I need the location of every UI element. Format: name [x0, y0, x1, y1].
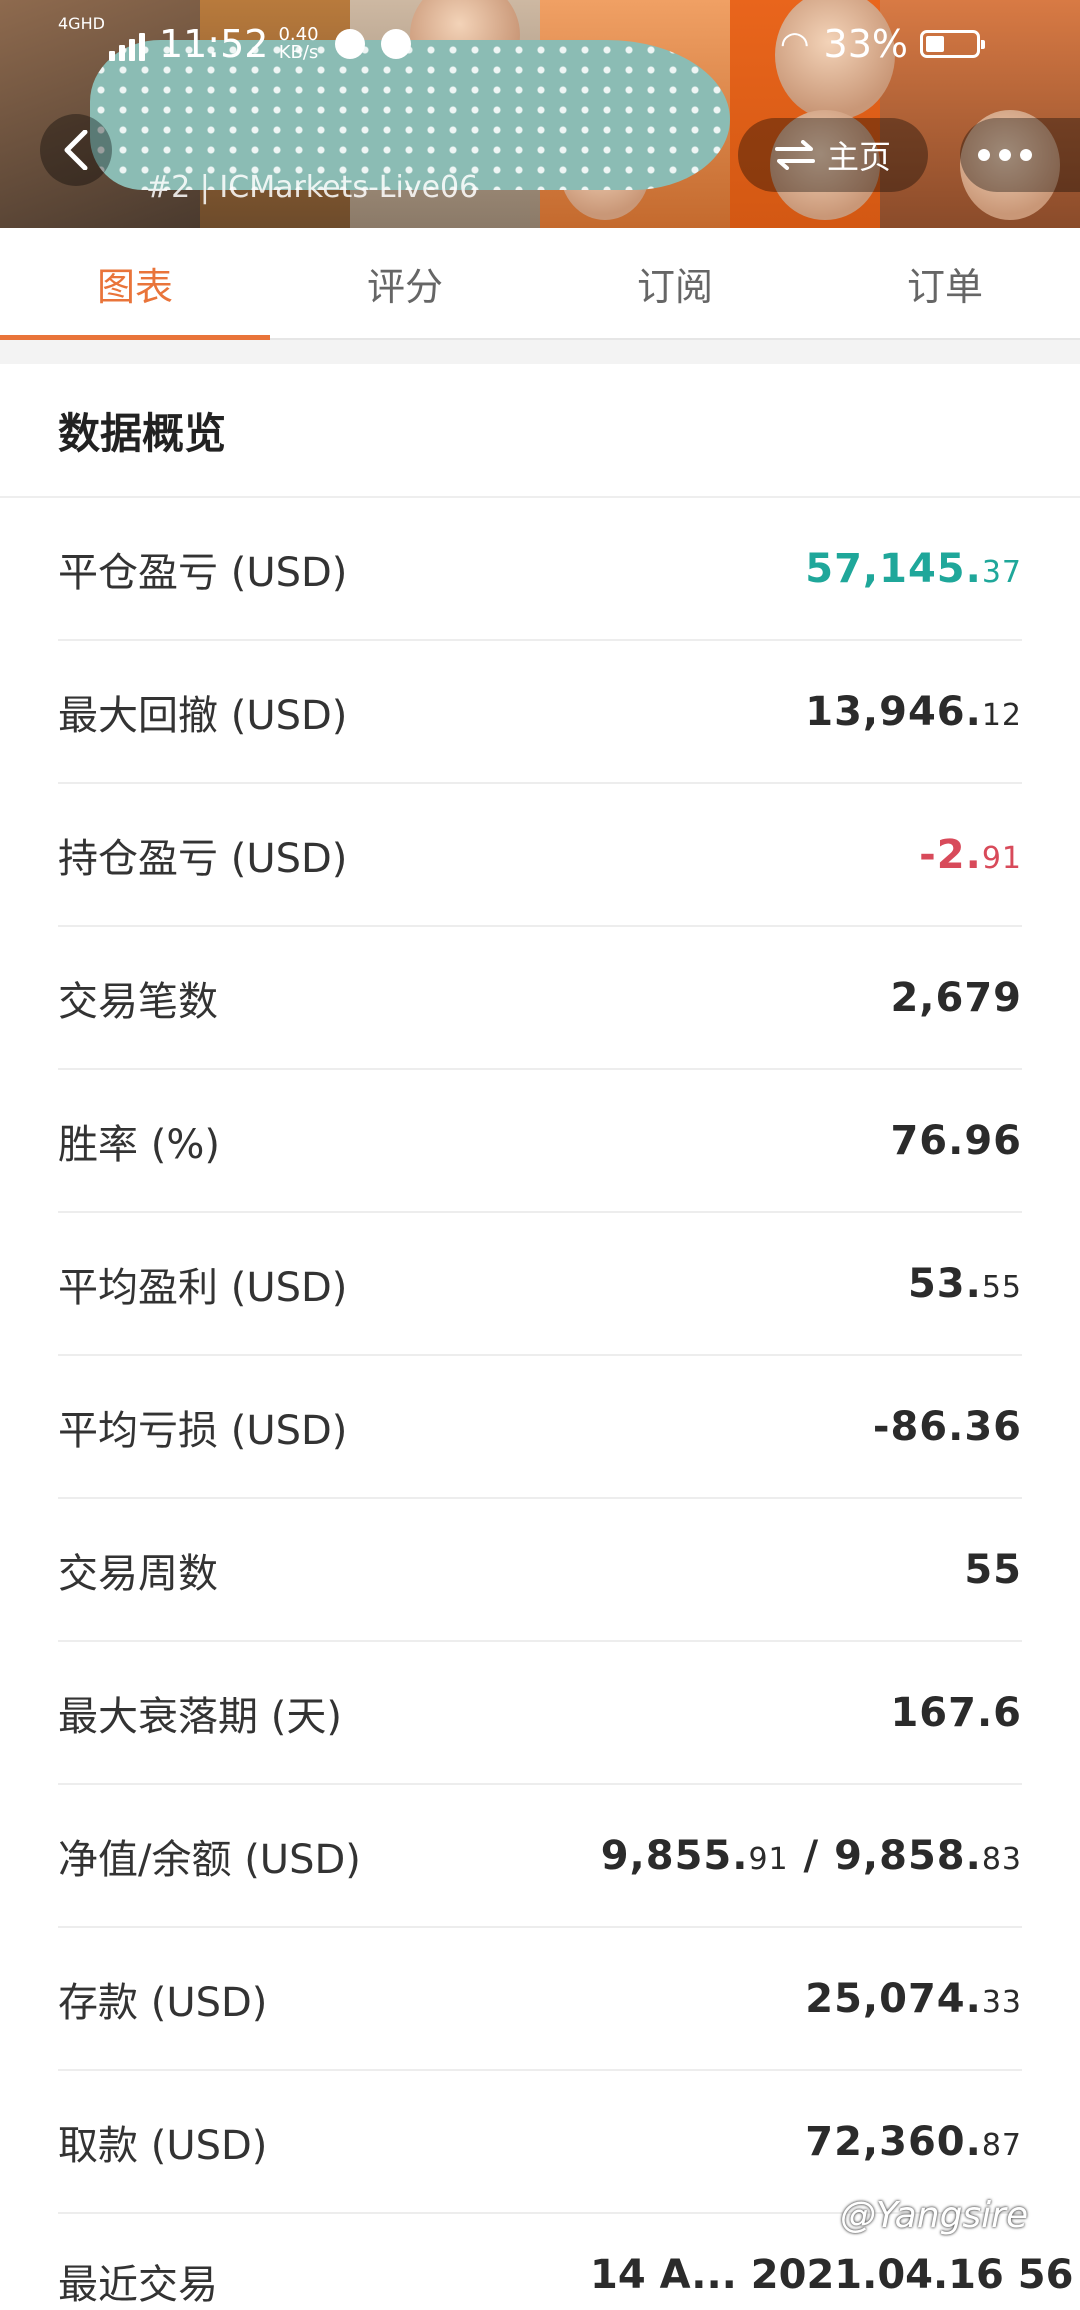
section-title: 数据概览 — [58, 408, 227, 458]
stat-label: 平均盈利 (USD) — [58, 1264, 348, 1311]
stat-row: 平仓盈亏 (USD) 57,145.37 — [58, 498, 1022, 641]
battery-icon — [920, 30, 985, 58]
switch-arrows-icon — [774, 140, 815, 170]
stat-row: 胜率 (%) 76.96 — [58, 1070, 1022, 1213]
stat-label: 最大衰落期 (天) — [58, 1693, 342, 1740]
network-label: 4GHD — [58, 14, 105, 33]
stat-value: 55 — [964, 1546, 1022, 1593]
stat-value: 13,946.12 — [805, 688, 1022, 735]
tab-rating[interactable]: 评分 — [270, 228, 540, 338]
stat-label: 交易笔数 — [58, 978, 218, 1025]
stat-label: 胜率 (%) — [58, 1121, 220, 1168]
stat-row: 存款 (USD) 25,074.33 — [58, 1928, 1022, 2071]
status-bar-right: ◠ 33% — [779, 14, 985, 74]
speedometer-icon — [334, 29, 365, 59]
wifi-icon: ◠ — [779, 24, 810, 64]
tab-chart[interactable]: 图表 — [0, 228, 270, 340]
stat-label: 最大回撤 (USD) — [58, 692, 348, 739]
more-dots-icon — [978, 149, 990, 161]
chevron-left-icon — [64, 130, 88, 170]
battery-percent: 33% — [823, 22, 908, 66]
stat-row: 平均盈利 (USD) 53.55 — [58, 1213, 1022, 1356]
stat-label: 存款 (USD) — [58, 1979, 268, 2026]
stat-row: 净值/余额 (USD) 9,855.91 / 9,858.83 — [58, 1785, 1022, 1928]
stat-label: 最近交易 — [58, 2262, 218, 2308]
account-label: #2 | ICMarkets-Live06 — [146, 170, 479, 205]
stat-row: 最大回撤 (USD) 13,946.12 — [58, 641, 1022, 784]
stat-value: 2,679 — [890, 974, 1022, 1021]
stat-row: 持仓盈亏 (USD) -2.91 — [58, 784, 1022, 927]
stat-row: 交易周数 55 — [58, 1499, 1022, 1642]
watermark: @Yangsire — [840, 2195, 1029, 2236]
stat-label: 持仓盈亏 (USD) — [58, 835, 348, 882]
stat-value: -86.36 — [872, 1403, 1022, 1450]
stat-value: -2.91 — [919, 831, 1022, 878]
signal-icon — [108, 27, 145, 61]
tab-bar: 图表 评分 订阅 订单 — [0, 228, 1080, 340]
stat-label: 净值/余额 (USD) — [58, 1836, 361, 1883]
stat-value: 57,145.37 — [805, 545, 1022, 592]
stat-row: 最大衰落期 (天) 167.6 — [58, 1642, 1022, 1785]
back-button[interactable] — [40, 114, 112, 186]
stat-value: 53.55 — [907, 1260, 1022, 1307]
stat-row: 交易笔数 2,679 — [58, 927, 1022, 1070]
more-button[interactable] — [960, 118, 1080, 192]
stat-value: 14 A... 2021.04.16 56 — [590, 2252, 1074, 2298]
stat-value: 167.6 — [890, 1689, 1022, 1736]
stat-label: 交易周数 — [58, 1550, 218, 1597]
net-speed: 0.40 KB/s — [278, 24, 319, 63]
home-button[interactable]: 主页 — [738, 118, 928, 192]
stat-label: 取款 (USD) — [58, 2122, 268, 2169]
stat-value: 9,855.91 / 9,858.83 — [600, 1832, 1022, 1879]
section-gap — [0, 340, 1080, 364]
header-banner: 4GHD 11:52 0.40 KB/s ◠ 33% #2 | ICMarket… — [0, 0, 1080, 228]
stat-value: 72,360.87 — [805, 2118, 1022, 2165]
stats-list: 平仓盈亏 (USD) 57,145.37 最大回撤 (USD) 13,946.1… — [0, 498, 1080, 2214]
stat-row: 取款 (USD) 72,360.87 — [58, 2071, 1022, 2214]
stat-row: 平均亏损 (USD) -86.36 — [58, 1356, 1022, 1499]
stat-label: 平均亏损 (USD) — [58, 1407, 348, 1454]
stat-value: 76.96 — [890, 1117, 1022, 1164]
tab-orders[interactable]: 订单 — [810, 228, 1080, 338]
stat-value: 25,074.33 — [805, 1975, 1022, 2022]
clock: 11:52 — [158, 22, 269, 66]
status-bar-left: 4GHD 11:52 0.40 KB/s — [58, 14, 411, 74]
tab-subscribe[interactable]: 订阅 — [540, 228, 810, 338]
stat-label: 平仓盈亏 (USD) — [58, 549, 348, 596]
app-notification-icon — [380, 29, 411, 59]
home-label: 主页 — [826, 138, 891, 176]
